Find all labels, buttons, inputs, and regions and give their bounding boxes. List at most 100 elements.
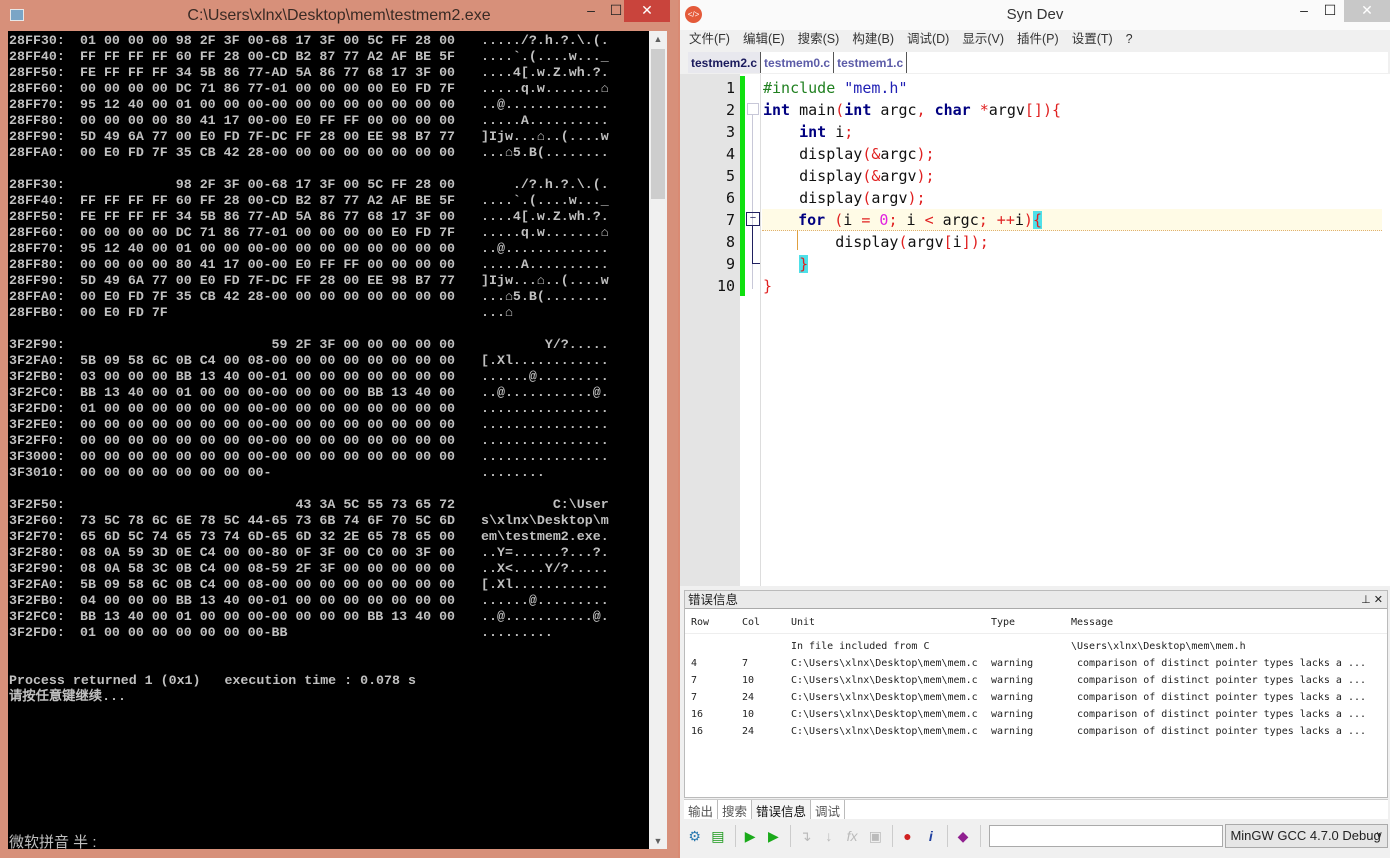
code-token: ;: [888, 211, 907, 229]
ide-maximize-button[interactable]: ☐: [1316, 0, 1344, 22]
code-editor[interactable]: 1 2 3 4 5 6 7 8 9 10 − #include "mem.h" int main(i…: [680, 74, 1390, 586]
code-token: ): [1023, 211, 1033, 229]
step-over-icon[interactable]: ↓: [818, 825, 839, 847]
error-panel: 错误信息 ⊥ ✕ Row Col Unit Type Message In file in…: [684, 590, 1388, 798]
pin-icon[interactable]: ⊥: [1361, 594, 1371, 606]
console-line: 28FF90: 5D 49 6A 77 00 E0 FD 7F-DC FF 28 …: [9, 273, 649, 289]
dump-ascii: ....4[.w.Z.wh.?.: [481, 209, 609, 224]
console-line: 28FF90: 5D 49 6A 77 00 E0 FD 7F-DC FF 28 …: [9, 129, 649, 145]
menu-item[interactable]: 编辑(E): [743, 30, 785, 49]
compile-icon[interactable]: ⚙: [684, 825, 705, 847]
watch-icon[interactable]: ▣: [865, 825, 886, 847]
error-row[interactable]: 7 10 C:\Users\xlnx\Desktop\mem\mem.c warnin…: [685, 672, 1387, 689]
minimize-button[interactable]: –: [577, 0, 605, 22]
error-row[interactable]: 16 10 C:\Users\xlnx\Desktop\mem\mem.c warni…: [685, 706, 1387, 723]
dump-address: 28FF80:: [9, 113, 65, 128]
code-token: (: [825, 211, 844, 229]
evaluate-icon[interactable]: fx: [841, 825, 862, 847]
toolbar-input[interactable]: [988, 825, 1224, 847]
line-number: 6: [725, 189, 735, 207]
console-line: Process returned 1 (0x1) execution time …: [9, 673, 649, 689]
console-line: 3F2FC0: BB 13 40 00 01 00 00 00-00 00 00 …: [9, 385, 649, 401]
panel-close-icon[interactable]: ✕: [1374, 594, 1383, 606]
dump-ascii: .....q.w.......⌂: [481, 81, 609, 96]
menu-item[interactable]: 文件(F): [689, 30, 730, 49]
menu-item[interactable]: 设置(T): [1072, 30, 1113, 49]
close-button[interactable]: ✕: [624, 0, 670, 22]
bottom-tab[interactable]: 搜索: [718, 800, 753, 819]
step-into-icon[interactable]: ↴: [795, 825, 816, 847]
dump-address: 3F2FE0:: [9, 417, 65, 432]
code-token: argc: [871, 101, 917, 119]
console-output[interactable]: 28FF30: 01 00 00 00 98 2F 3F 00-68 17 3F …: [8, 31, 649, 849]
run-debug-icon[interactable]: ▶: [763, 825, 784, 847]
error-cell: 16: [691, 726, 704, 737]
error-row[interactable]: In file included from C \Users\xlnx\Deskt…: [685, 638, 1387, 655]
tab-testmem2-c[interactable]: testmem2.c: [688, 52, 762, 73]
column-header-col[interactable]: Col: [742, 611, 760, 634]
menu-item[interactable]: ?: [1126, 30, 1133, 49]
bottom-tab[interactable]: 错误信息: [752, 800, 812, 819]
code-token: (&: [862, 167, 881, 185]
console-line: 28FF70: 95 12 40 00 01 00 00 00-00 00 00 …: [9, 97, 649, 113]
dump-address: 28FF90:: [9, 273, 65, 288]
code-token: for: [798, 211, 826, 229]
menu-item[interactable]: 构建(B): [852, 30, 894, 49]
chevron-down-icon: ∨: [1375, 830, 1383, 841]
line-number-gutter: 1 2 3 4 5 6 7 8 9 10: [680, 74, 740, 586]
error-row[interactable]: 7 24 C:\Users\xlnx\Desktop\mem\mem.c warnin…: [685, 689, 1387, 706]
scroll-down-icon[interactable]: ▼: [649, 833, 667, 849]
dump-hex: 00 00 00 00 DC 71 86 77-01 00 00 00 00 E…: [80, 81, 456, 96]
run-icon[interactable]: ▶: [739, 825, 760, 847]
code-token: i: [843, 211, 862, 229]
column-header-row[interactable]: Row: [691, 611, 709, 634]
code-token: i: [826, 123, 845, 141]
console-line: 3F2F90: 08 0A 58 3C 0B C4 00 08-59 2F 3F …: [9, 561, 649, 577]
error-cell: warning: [991, 658, 1034, 669]
scroll-up-icon[interactable]: ▲: [649, 31, 667, 47]
dump-hex: FF FF FF FF 60 FF 28 00-CD B2 87 77 A2 A…: [80, 193, 456, 208]
menu-item[interactable]: 插件(P): [1017, 30, 1059, 49]
console-line: 28FF30: 01 00 00 00 98 2F 3F 00-68 17 3F …: [9, 33, 649, 49]
help-book-icon[interactable]: ◆: [952, 825, 973, 847]
tab-testmem0-c[interactable]: testmem0.c: [761, 52, 835, 73]
column-header-message[interactable]: Message: [1071, 611, 1113, 634]
menu-item[interactable]: 调试(D): [907, 30, 949, 49]
error-row[interactable]: 4 7 C:\Users\xlnx\Desktop\mem\mem.c warning…: [685, 655, 1387, 672]
console-scrollbar[interactable]: ▲ ▼: [649, 31, 667, 849]
dump-ascii: ...../?.h.?.\.(.: [481, 33, 609, 48]
menu-item[interactable]: 显示(V): [962, 30, 1004, 49]
bottom-tab[interactable]: 输出: [684, 800, 719, 819]
code-token: (: [898, 233, 908, 251]
console-line: 28FF70: 95 12 40 00 01 00 00 00-00 00 00 …: [9, 241, 649, 257]
code-token: display: [763, 145, 863, 163]
menu-item[interactable]: 搜索(S): [798, 30, 840, 49]
error-row[interactable]: 16 24 C:\Users\xlnx\Desktop\mem\mem.c warni…: [685, 723, 1387, 740]
code-token: i: [952, 233, 962, 251]
tab-testmem1-c[interactable]: testmem1.c: [834, 52, 908, 73]
console-line: 3F2F70: 65 6D 5C 74 65 73 74 6D-65 6D 32 …: [9, 529, 649, 545]
dump-address: 3F2F70:: [9, 529, 65, 544]
breakpoint-icon[interactable]: ●: [897, 825, 918, 847]
build-run-icon[interactable]: ▤: [707, 825, 728, 847]
dump-hex: 59 2F 3F 00 00 00 00 00: [80, 337, 456, 352]
info-icon[interactable]: i: [920, 825, 941, 847]
ide-close-button[interactable]: ✕: [1344, 0, 1390, 22]
ide-minimize-button[interactable]: –: [1290, 0, 1318, 22]
dump-address: 3F2F90:: [9, 337, 65, 352]
error-cell: warning: [991, 709, 1034, 720]
fold-toggle-line-7[interactable]: −: [746, 212, 760, 226]
console-line: 3F3000: 00 00 00 00 00 00 00 00-00 00 00 …: [9, 449, 649, 465]
column-header-type[interactable]: Type: [991, 611, 1015, 634]
code-line: int i;: [763, 121, 1383, 143]
scroll-thumb[interactable]: [651, 49, 665, 199]
column-header-unit[interactable]: Unit: [791, 611, 815, 634]
code-token: );: [916, 145, 935, 163]
line-number: 10: [716, 277, 735, 295]
fold-toggle-line-2[interactable]: [747, 103, 759, 115]
bottom-tab[interactable]: 调试: [811, 800, 846, 819]
compiler-select[interactable]: MinGW GCC 4.7.0 Debug ∨: [1225, 824, 1388, 848]
dump-hex: 01 00 00 00 00 00 00 00-00 00 00 00 00 0…: [80, 401, 456, 416]
